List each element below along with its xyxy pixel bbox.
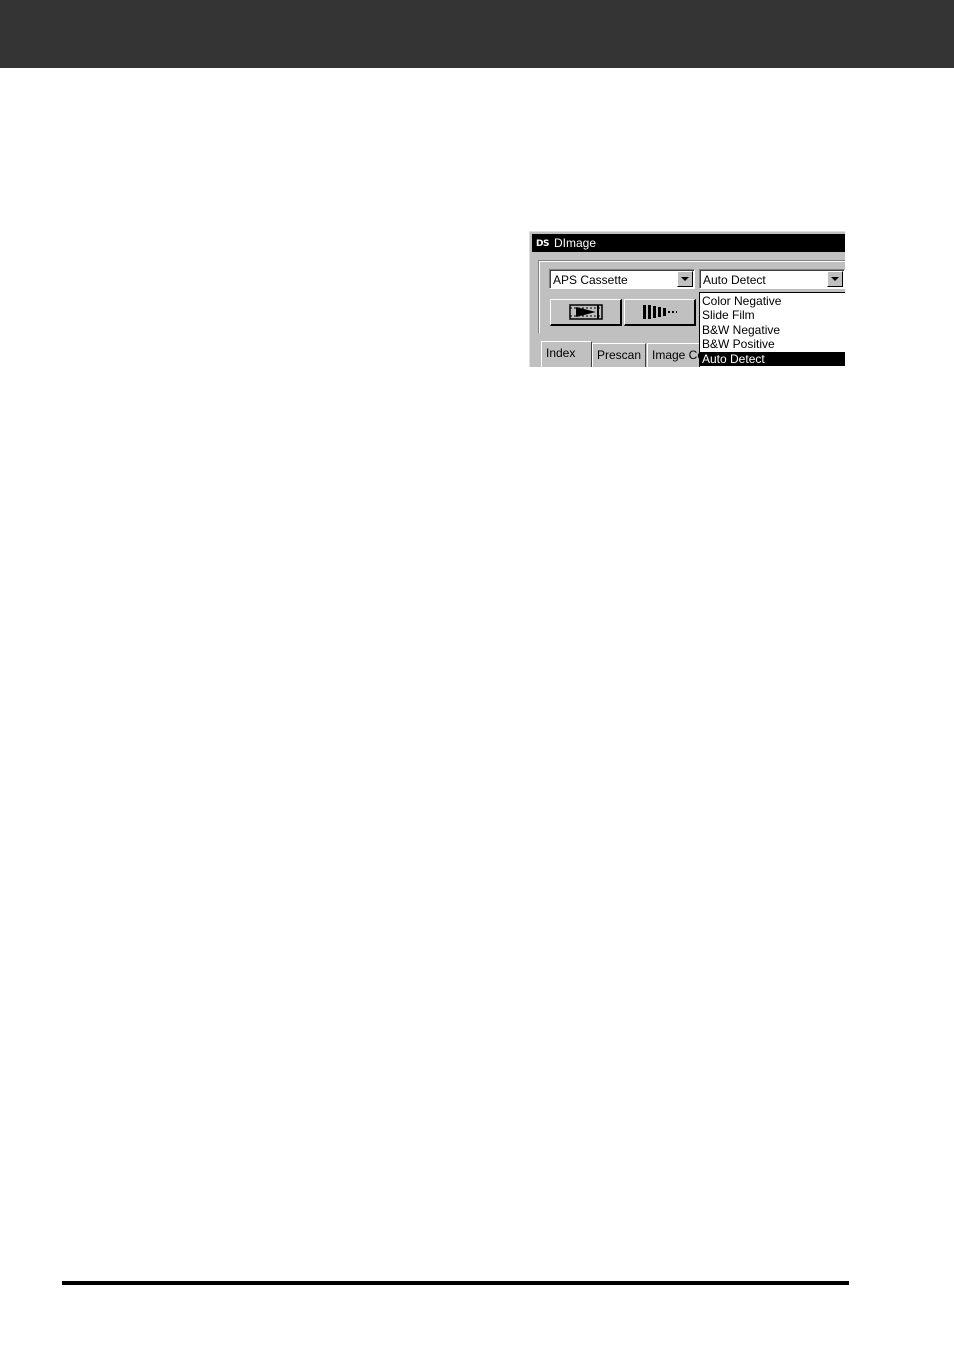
window-title: DImage — [554, 236, 597, 250]
film-advance-button[interactable] — [550, 299, 622, 326]
option-bw-positive[interactable]: B&W Positive — [700, 337, 845, 351]
app-icon: DS — [536, 239, 549, 249]
option-bw-negative[interactable]: B&W Negative — [700, 323, 845, 337]
film-type-dropdown-list: Color Negative Slide Film B&W Negative B… — [699, 292, 845, 367]
dimage-window: DS DImage APS Cassette Auto Detect Index — [529, 231, 845, 367]
film-holder-value: APS Cassette — [553, 273, 628, 287]
page-footer-rule — [62, 1281, 849, 1285]
film-rewind-button[interactable] — [624, 299, 696, 326]
film-rewind-icon — [643, 305, 677, 319]
film-advance-icon — [569, 304, 603, 320]
window-titlebar[interactable]: DS DImage — [532, 234, 845, 252]
tab-index[interactable]: Index — [541, 341, 592, 367]
tab-prescan[interactable]: Prescan — [592, 343, 646, 367]
page-header-band — [0, 0, 954, 68]
film-type-value: Auto Detect — [703, 273, 766, 287]
chevron-down-icon[interactable] — [827, 271, 843, 287]
option-auto-detect[interactable]: Auto Detect — [700, 352, 845, 366]
option-color-negative[interactable]: Color Negative — [700, 294, 845, 308]
film-type-select[interactable]: Auto Detect — [699, 269, 845, 289]
film-holder-select[interactable]: APS Cassette — [549, 269, 695, 289]
option-slide-film[interactable]: Slide Film — [700, 308, 845, 322]
tab-image-correction[interactable]: Image Co — [647, 343, 707, 367]
chevron-down-icon[interactable] — [677, 271, 693, 287]
